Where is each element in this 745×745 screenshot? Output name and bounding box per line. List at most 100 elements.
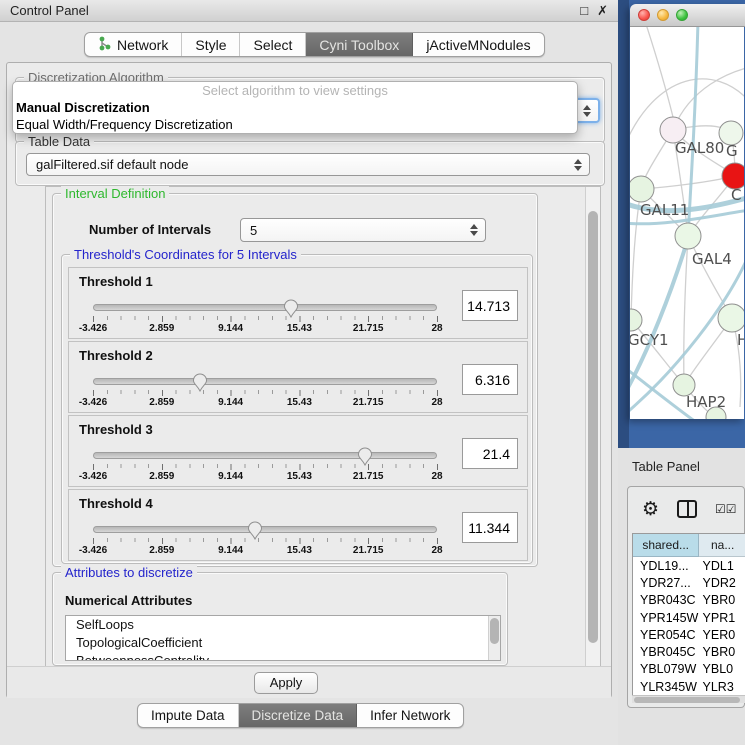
threshold-1-slider[interactable]: -3.4262.8599.14415.4321.71528 [93,304,437,334]
tick-label: 9.144 [218,397,243,408]
tick-label: 21.715 [353,471,384,482]
network-node-label: GAL11 [640,201,689,219]
tick-label: 2.859 [149,471,174,482]
tab-select[interactable]: Select [240,33,306,56]
tab-infer-network[interactable]: Infer Network [357,704,463,727]
network-canvas[interactable]: GAL80GCGAL11GAL4GCY1HHAP2 [630,27,744,419]
network-node[interactable] [630,309,642,331]
table-cell[interactable]: YPR1 [700,611,745,625]
dropdown-option-manual-discretization[interactable]: Manual Discretization [13,99,577,116]
table-row[interactable]: YPR145WYPR1 [633,609,745,626]
table-cell[interactable]: YDL19... [633,559,700,573]
table-cell[interactable]: YER0 [700,628,745,642]
attribute-item[interactable]: SelfLoops [66,616,500,634]
split-columns-icon[interactable] [677,500,697,518]
slider-track[interactable] [93,304,437,311]
interval-definition-group: Interval Definition Number of Intervals … [52,193,538,567]
table-cell[interactable]: YPR145W [633,611,700,625]
network-node-label: GAL80 [675,139,724,157]
num-intervals-select[interactable]: 5 [240,218,486,242]
slider-tick-labels: -3.4262.8599.14415.4321.71528 [93,545,437,557]
slider-track[interactable] [93,378,437,385]
table-cell[interactable]: YDR27... [633,576,700,590]
scrollbar-thumb[interactable] [634,697,740,703]
table-cell[interactable]: YBR043C [633,593,700,607]
table-cell[interactable]: YBR0 [700,645,745,659]
tick-label: 2.859 [149,397,174,408]
tick-label: 15.43 [287,471,312,482]
numerical-attributes-list[interactable]: SelfLoopsTopologicalCoefficientBetweenne… [65,615,501,661]
tick-label: -3.426 [79,397,107,408]
threshold-value-field[interactable] [462,438,518,469]
network-window-titlebar[interactable] [630,4,745,27]
threshold-2-slider[interactable]: -3.4262.8599.14415.4321.71528 [93,378,437,408]
slider-track[interactable] [93,526,437,533]
table-row[interactable]: YDR27...YDR2 [633,574,745,591]
threshold-value-field[interactable] [462,364,518,395]
column-header-name[interactable]: na... [699,534,745,557]
tab-network[interactable]: Network [85,33,182,56]
tick-label: 2.859 [149,323,174,334]
threshold-value-field[interactable] [462,512,518,543]
slider-tick-labels: -3.4262.8599.14415.4321.71528 [93,471,437,483]
tick-label: 28 [431,323,442,334]
table-row[interactable]: YDL19...YDL1 [633,557,745,574]
gear-icon[interactable]: ⚙ [642,500,659,519]
close-icon[interactable]: ✗ [597,3,608,19]
table-cell[interactable]: YLR345W [633,680,700,694]
tab-style[interactable]: Style [182,33,240,56]
table-toolbar: ⚙ ☑☑ [628,487,744,531]
apply-button[interactable]: Apply [254,672,318,694]
network-node-label: H [737,331,744,349]
float-window-icon[interactable]: □ [580,3,588,18]
table-row[interactable]: YBR043CYBR0 [633,592,745,609]
column-header-shared-name[interactable]: shared... [633,534,699,557]
threshold-3-slider[interactable]: -3.4262.8599.14415.4321.71528 [93,452,437,482]
tick-label: 9.144 [218,545,243,556]
tab-discretize-data[interactable]: Discretize Data [239,704,358,727]
network-node[interactable] [675,223,701,249]
table-data-select[interactable]: galFiltered.sif default node [26,153,590,176]
table-row[interactable]: YER054CYER0 [633,626,745,643]
network-node-label: G [726,142,738,160]
table-panel-section: Table Panel ⚙ ☑☑ shared... na... YDL19..… [618,448,745,745]
threshold-value-field[interactable] [462,290,518,321]
zoom-traffic-light-icon[interactable] [676,9,688,21]
slider-tick-labels: -3.4262.8599.14415.4321.71528 [93,323,437,335]
bottom-tab-bar: Impute Data Discretize Data Infer Networ… [137,703,464,728]
table-horizontal-scrollbar[interactable] [632,695,745,703]
table-cell[interactable]: YBR045C [633,645,700,659]
scrollbar-thumb[interactable] [588,211,598,643]
table-cell[interactable]: YDR2 [700,576,745,590]
attribute-item[interactable]: BetweennessCentrality [66,652,500,661]
table-cell[interactable]: YBL0 [700,662,745,676]
table-cell[interactable]: YBR0 [700,593,745,607]
network-node[interactable] [630,176,654,202]
table-row[interactable]: YLR345WYLR3 [633,678,745,695]
threshold-4-slider[interactable]: -3.4262.8599.14415.4321.71528 [93,526,437,556]
network-node-label: HAP2 [686,393,726,411]
network-node-label: GCY1 [630,331,669,349]
network-node[interactable] [718,304,744,332]
slider-track[interactable] [93,452,437,459]
table-cell[interactable]: YBL079W [633,662,700,676]
dropdown-placeholder: Select algorithm to view settings [13,82,577,99]
table-cell[interactable]: YER054C [633,628,700,642]
table-cell[interactable]: YLR3 [700,680,745,694]
dropdown-option-equal-width-frequency[interactable]: Equal Width/Frequency Discretization [13,116,577,133]
attribute-item[interactable]: TopologicalCoefficient [66,634,500,652]
tab-jactivemnodules[interactable]: jActiveMNodules [413,33,543,56]
tick-label: 9.144 [218,323,243,334]
table-data-group: Table Data galFiltered.sif default node [15,141,605,186]
tab-impute-data[interactable]: Impute Data [138,704,239,727]
minimize-traffic-light-icon[interactable] [657,9,669,21]
tab-cyni-toolbox[interactable]: Cyni Toolbox [306,33,413,56]
table-row[interactable]: YBR045CYBR0 [633,643,745,660]
settings-scrollbar[interactable] [585,187,600,673]
group-title: Interval Definition [61,186,169,201]
list-scrollbar[interactable] [488,616,500,660]
table-row[interactable]: YBL079WYBL0 [633,661,745,678]
table-cell[interactable]: YDL1 [700,559,745,573]
checkbox-icons[interactable]: ☑☑ [715,502,737,516]
close-traffic-light-icon[interactable] [638,9,650,21]
